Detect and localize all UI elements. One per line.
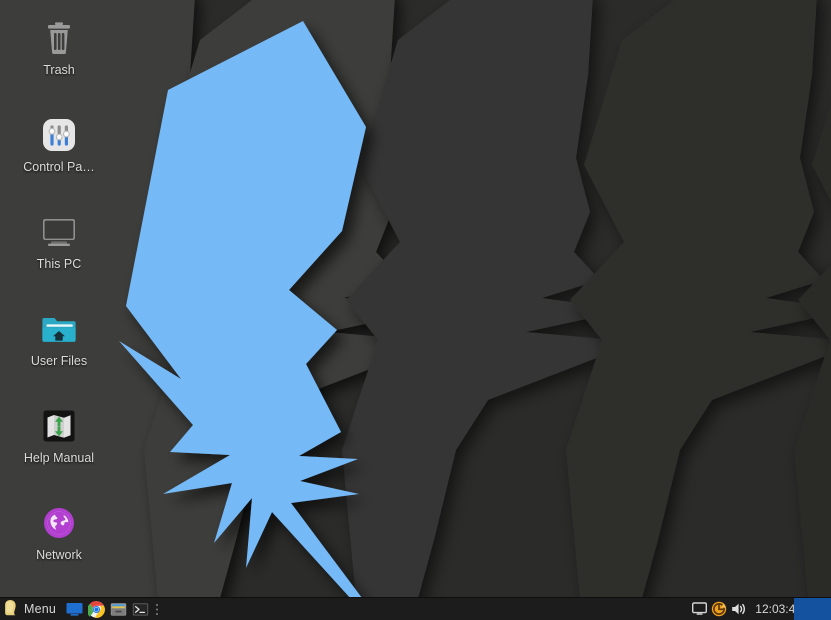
desktop-icon-label: Network — [36, 548, 82, 562]
update-manager-icon[interactable] — [709, 598, 729, 620]
display-settings-icon[interactable] — [689, 598, 709, 620]
start-menu-button[interactable]: Menu — [0, 598, 63, 620]
desktop-icon-label: User Files — [30, 354, 88, 368]
desktop-icon-label: Help Manual — [23, 451, 95, 465]
mint-logo-icon — [4, 599, 19, 620]
desktop-icon-help-manual[interactable]: Help Manual — [0, 406, 118, 465]
trash-icon — [39, 18, 79, 58]
desktop-icon-this-pc[interactable]: This PC — [0, 212, 118, 271]
panel-grip[interactable] — [151, 598, 162, 620]
map-help-icon — [39, 406, 79, 446]
desktop-icon-trash[interactable]: Trash — [0, 18, 118, 77]
desktop-wallpaper — [0, 0, 831, 620]
workspace-pager[interactable] — [794, 598, 831, 620]
desktop-icon-user-files[interactable]: User Files — [0, 309, 118, 368]
show-desktop-icon[interactable] — [63, 598, 85, 620]
network-globe-icon — [39, 503, 79, 543]
taskbar-left-section: Menu — [0, 598, 162, 620]
file-manager-icon[interactable] — [107, 598, 129, 620]
web-browser-icon[interactable] — [85, 598, 107, 620]
desktop[interactable]: Trash Control Pa… This PC User Files Hel… — [0, 0, 831, 620]
desktop-icon-label: This PC — [36, 257, 82, 271]
volume-icon[interactable] — [729, 598, 749, 620]
desktop-icon-network[interactable]: Network — [0, 503, 118, 562]
window-list-area[interactable] — [162, 598, 831, 620]
desktop-icon-column: Trash Control Pa… This PC User Files Hel… — [0, 0, 118, 597]
desktop-icon-label: Control Pa… — [23, 160, 95, 174]
home-folder-icon — [39, 309, 79, 349]
desktop-icon-control-panel[interactable]: Control Pa… — [0, 115, 118, 174]
terminal-icon[interactable] — [129, 598, 151, 620]
control-panel-icon — [39, 115, 79, 155]
computer-icon — [39, 212, 79, 252]
start-menu-label: Menu — [24, 602, 57, 616]
desktop-icon-label: Trash — [43, 63, 75, 77]
taskbar: Menu 12:03:46 pm — [0, 597, 831, 620]
